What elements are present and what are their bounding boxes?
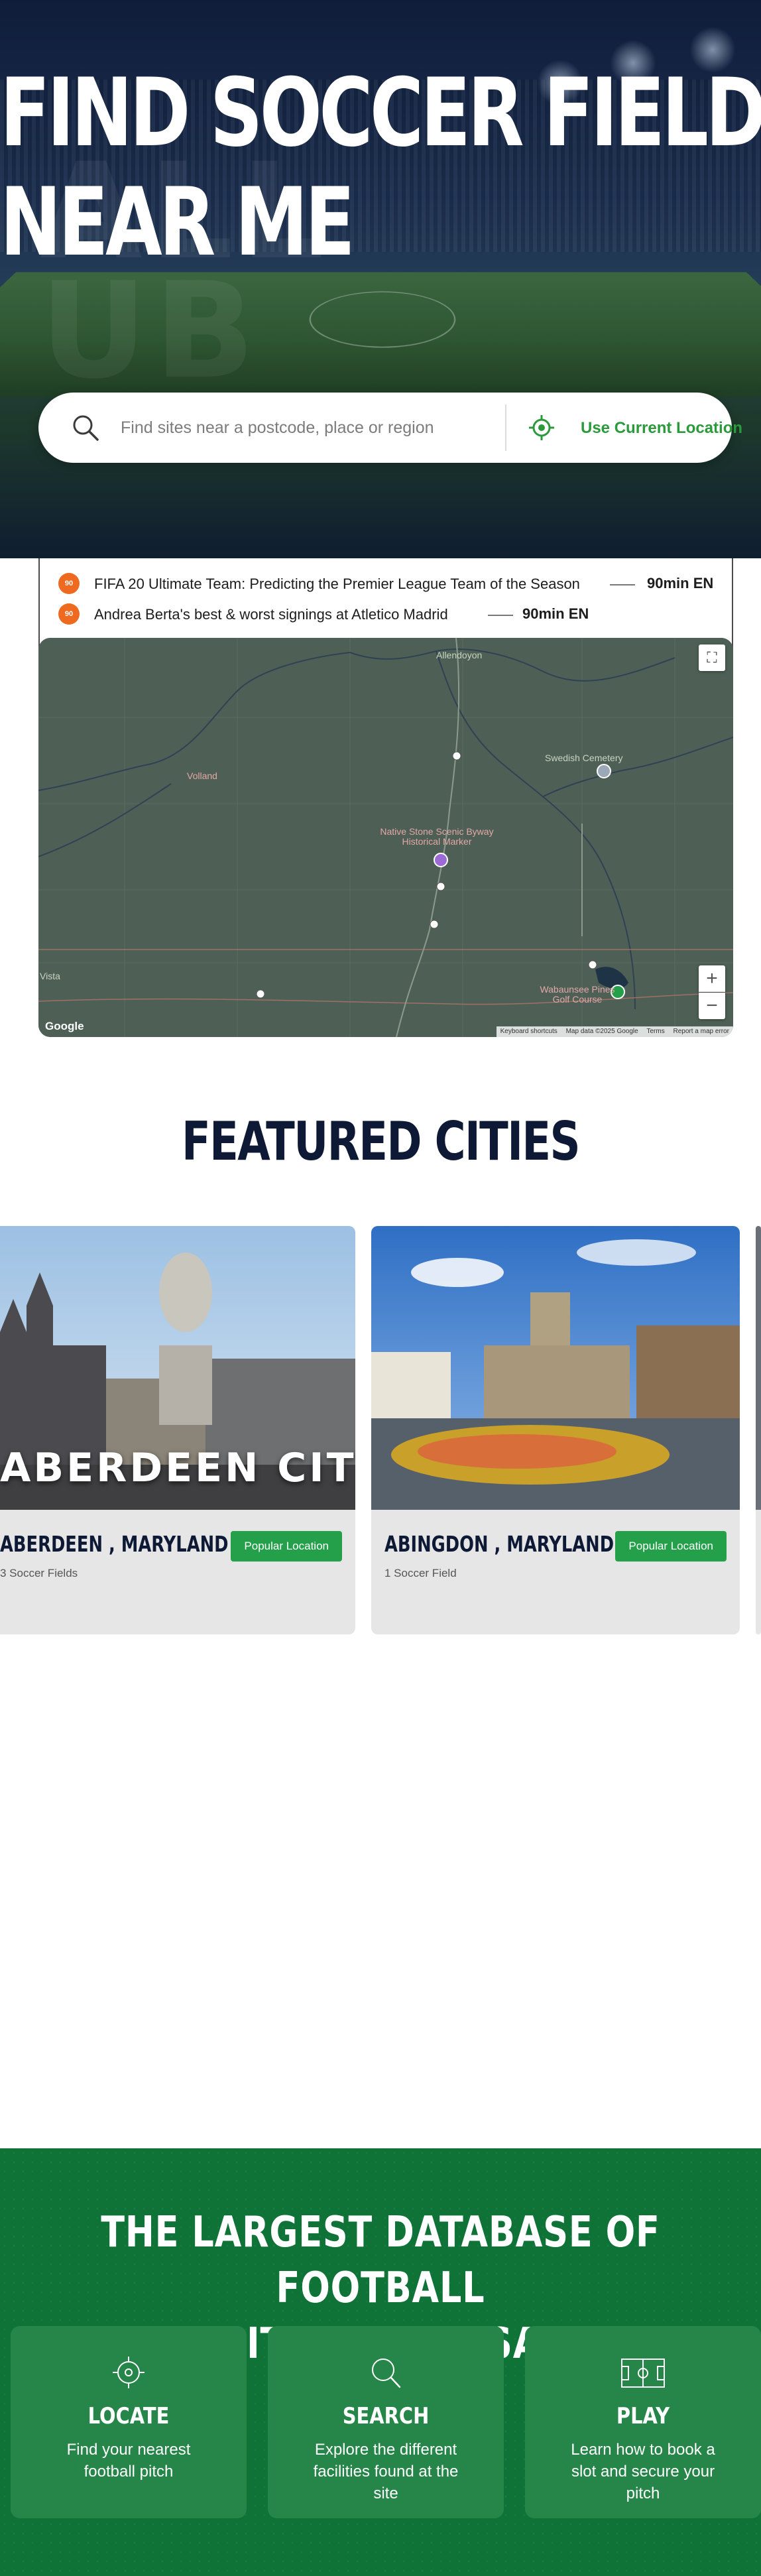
feature-title: LOCATE (88, 2403, 170, 2429)
feature-title: PLAY (616, 2403, 670, 2429)
use-current-location-button[interactable]: Use Current Location (525, 408, 742, 447)
map-place-label: Vista (40, 971, 60, 981)
city-card-aberdeen[interactable]: ABERDEEN CITY ABERDEEN , MARYLAND 3 Socc… (0, 1226, 355, 1634)
city-photo: ABERDEEN CITY (0, 1226, 355, 1510)
map-fullscreen-button[interactable]: ⛶ (699, 644, 725, 671)
city-photo (756, 1226, 761, 1510)
feature-card-locate: LOCATE Find your nearest football pitch (11, 2326, 247, 2518)
map-view[interactable]: Allendoyon Volland Swedish Cemetery Nati… (38, 638, 733, 1037)
city-card-next-peek[interactable] (756, 1226, 761, 1634)
news-item[interactable]: 90 Andrea Berta's best & worst signings … (58, 602, 721, 627)
news-title[interactable]: Andrea Berta's best & worst signings at … (94, 606, 448, 623)
map-place-label: Native Stone Scenic Byway Historical Mar… (380, 826, 494, 847)
news-separator (488, 615, 513, 616)
featured-cities-heading: FEATURED CITIES (181, 1111, 581, 1172)
feature-card-play: PLAY Learn how to book a slot and secure… (525, 2326, 761, 2518)
popular-location-badge: Popular Location (615, 1531, 727, 1562)
city-name: ABERDEEN , MARYLAND (0, 1531, 229, 1557)
map-zoom-out-button[interactable]: − (699, 993, 725, 1019)
news-title[interactable]: FIFA 20 Ultimate Team: Predicting the Pr… (94, 576, 580, 593)
news-source: 90min EN (522, 605, 589, 622)
map-place-label: Wabaunsee Pines Golf Course (540, 984, 615, 1005)
field-count: 3 Soccer Fields (0, 1567, 78, 1579)
google-logo: Google (45, 1020, 84, 1032)
field-count: 1 Soccer Field (384, 1567, 457, 1579)
page-title: FIND SOCCER FIELD NEAR ME (0, 58, 761, 277)
pitch-icon (621, 2359, 665, 2388)
hero-section: ALLUB FIND SOCCER FIELD NEAR ME Use Curr… (0, 0, 761, 558)
search-icon (73, 415, 99, 441)
feature-description: Find your nearest football pitch (66, 2441, 191, 2481)
page-title-line2: NEAR ME (0, 168, 355, 277)
map-place-label: Volland (187, 770, 217, 781)
feature-description: Learn how to book a slot and secure your… (571, 2441, 715, 2502)
feature-description: Explore the different facilities found a… (313, 2441, 459, 2502)
search-divider (505, 404, 506, 451)
report-error-link[interactable]: Report a map error (673, 1028, 729, 1035)
map-zoom-in-button[interactable]: + (699, 965, 725, 992)
90min-logo-icon: 90 (58, 573, 80, 594)
crosshair-icon (529, 415, 554, 440)
target-icon (113, 2357, 145, 2388)
search-bar: Use Current Location (38, 393, 742, 463)
terms-link[interactable]: Terms (647, 1028, 665, 1035)
news-separator (610, 584, 635, 585)
news-item[interactable]: 90 FIFA 20 Ultimate Team: Predicting the… (58, 572, 721, 597)
popular-location-badge: Popular Location (231, 1531, 342, 1562)
search-input[interactable] (121, 412, 485, 443)
keyboard-shortcuts-link[interactable]: Keyboard shortcuts (500, 1028, 557, 1035)
city-name: ABINGDON , MARYLAND (384, 1531, 615, 1557)
page-title-line1: FIND SOCCER FIELD (0, 58, 761, 168)
news-source: 90min EN (647, 575, 714, 591)
map-place-label: Allendoyon (436, 650, 483, 660)
90min-logo-icon: 90 (58, 603, 80, 625)
city-photo (371, 1226, 740, 1510)
city-card-abingdon[interactable]: ABINGDON , MARYLAND 1 Soccer Field Popul… (371, 1226, 740, 1634)
map-attribution: Keyboard shortcuts Map data ©2025 Google… (496, 1026, 733, 1037)
use-current-location-label: Use Current Location (581, 419, 743, 437)
map-data-notice: Map data ©2025 Google (565, 1028, 638, 1035)
feature-card-search: SEARCH Explore the different facilities … (268, 2326, 504, 2518)
database-heading-line1: THE LARGEST DATABASE OF FOOTBALL (101, 2208, 660, 2313)
city-photo-caption: ABERDEEN CITY (0, 1445, 355, 1491)
feature-title: SEARCH (342, 2403, 430, 2429)
map-place-label: Swedish Cemetery (545, 753, 623, 763)
search-icon (372, 2359, 401, 2388)
